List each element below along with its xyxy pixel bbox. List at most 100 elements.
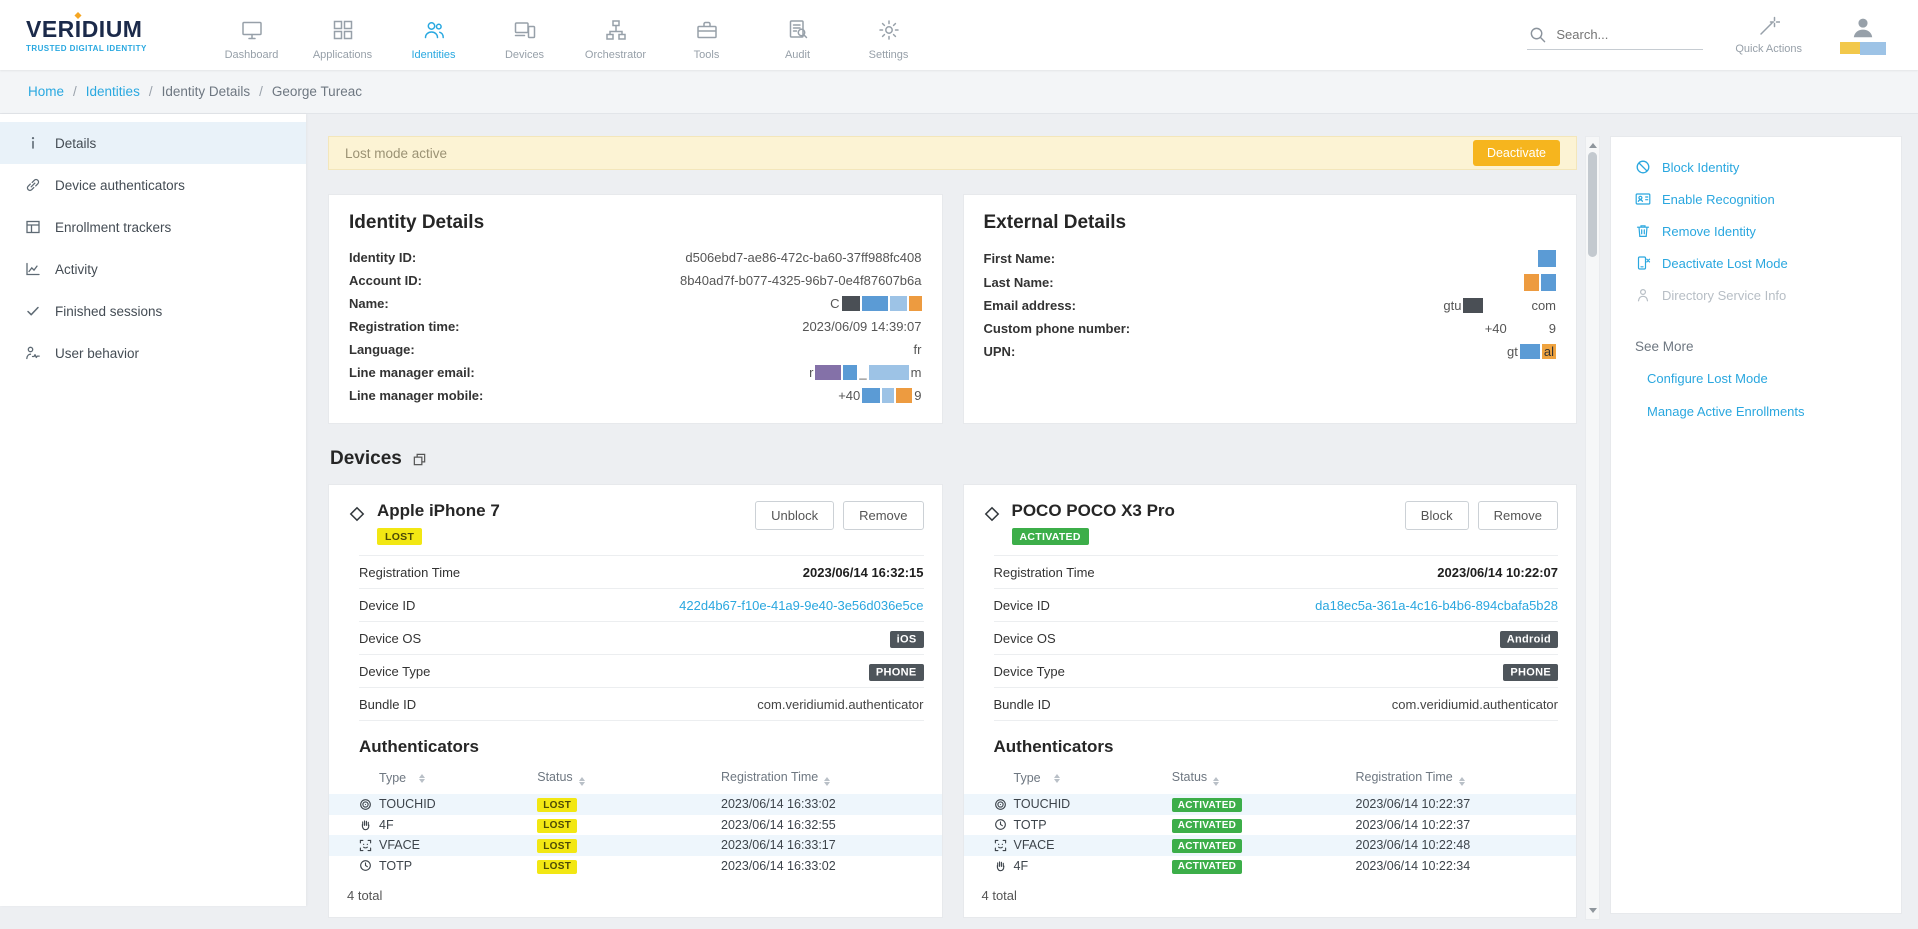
breadcrumb-home[interactable]: Home — [28, 84, 64, 99]
nav-item-orchestrator[interactable]: Orchestrator — [570, 10, 661, 61]
sidebar-item-activity[interactable]: Activity — [0, 248, 306, 290]
nav-label: Tools — [694, 49, 720, 61]
configure-lost-mode-link[interactable]: Configure Lost Mode — [1611, 362, 1901, 395]
sort-icon — [1054, 774, 1060, 783]
deactivate-lost-mode-action[interactable]: Deactivate Lost Mode — [1611, 247, 1901, 279]
sort-icon — [1213, 777, 1219, 786]
sidebar-item-user-behavior[interactable]: User behavior — [0, 332, 306, 374]
nav-label: Orchestrator — [585, 49, 646, 61]
sidebar-item-enrollment-trackers[interactable]: Enrollment trackers — [0, 206, 306, 248]
search-box — [1527, 20, 1703, 50]
field-label: UPN: — [984, 344, 1016, 359]
field-row: Account ID: 8b40ad7f-b077-4325-96b7-0e4f… — [329, 269, 942, 292]
sidebar-item-label: Activity — [55, 262, 98, 277]
column-header-type[interactable]: Type — [964, 771, 1172, 785]
veridium-logo[interactable]: VERIDIUM TRUSTED DIGITAL IDENTITY — [26, 17, 194, 52]
logo-tagline: TRUSTED DIGITAL IDENTITY — [26, 44, 194, 53]
identities-icon — [422, 18, 446, 42]
device-field: Bundle ID com.veridiumid.authenticator — [994, 688, 1559, 721]
topnav-right: Quick Actions — [1527, 15, 1892, 55]
bundle-id-value: com.veridiumid.authenticator — [757, 697, 923, 712]
manage-active-enrollments-link[interactable]: Manage Active Enrollments — [1611, 395, 1901, 428]
vertical-scrollbar[interactable] — [1585, 136, 1600, 920]
field-row: Line manager mobile: +40 9 — [329, 384, 942, 407]
field-label: Device ID — [359, 598, 415, 613]
field-label: Last Name: — [984, 275, 1054, 290]
link-icon — [24, 177, 42, 193]
authenticator-row: 4F ACTIVATED 2023/06/14 10:22:34 — [964, 856, 1577, 877]
authenticators-title: Authenticators — [359, 737, 924, 757]
column-header-time[interactable]: Registration Time — [721, 770, 942, 786]
breadcrumb-identities[interactable]: Identities — [86, 84, 140, 99]
device-id-link[interactable]: da18ec5a-361a-4c16-b4b6-894cbafa5b28 — [1315, 598, 1558, 613]
nav-item-dashboard[interactable]: Dashboard — [206, 10, 297, 61]
action-label: Remove Identity — [1662, 224, 1756, 239]
breadcrumb-separator: / — [259, 84, 263, 99]
tools-icon — [695, 18, 719, 42]
field-label: Identity ID: — [349, 250, 416, 265]
device-field: Bundle ID com.veridiumid.authenticator — [359, 688, 924, 721]
device-card-poco: POCO POCO X3 Pro ACTIVATED Block Remove … — [963, 484, 1578, 918]
clock-icon — [994, 818, 1007, 831]
identity-details-card: Identity Details Identity ID: d506ebd7-a… — [328, 194, 943, 424]
unblock-button[interactable]: Unblock — [755, 501, 834, 530]
clock-icon — [359, 859, 372, 872]
authenticator-row: TOTP ACTIVATED 2023/06/14 10:22:37 — [964, 815, 1577, 836]
nav-item-settings[interactable]: Settings — [843, 10, 934, 61]
hand-icon — [359, 818, 372, 831]
lost-mode-banner-text: Lost mode active — [345, 146, 447, 161]
scroll-up-arrow[interactable] — [1589, 143, 1597, 148]
field-label: Account ID: — [349, 273, 422, 288]
scrollbar-thumb[interactable] — [1588, 152, 1597, 257]
redaction-block — [815, 365, 841, 380]
search-input[interactable] — [1556, 27, 1688, 42]
column-header-time[interactable]: Registration Time — [1356, 770, 1577, 786]
nav-item-tools[interactable]: Tools — [661, 10, 752, 61]
nav-label: Identities — [411, 49, 455, 61]
user-avatar[interactable] — [1834, 15, 1892, 55]
device-id-link[interactable]: 422d4b67-f10e-41a9-9e40-3e56d036e5ce — [679, 598, 923, 613]
quick-actions-button[interactable]: Quick Actions — [1735, 15, 1802, 55]
info-icon — [24, 135, 42, 151]
main-nav: Dashboard Applications Identities Device… — [206, 10, 934, 61]
nav-item-devices[interactable]: Devices — [479, 10, 570, 61]
device-field: Device OS iOS — [359, 622, 924, 655]
column-header-type[interactable]: Type — [329, 771, 537, 785]
field-label: Custom phone number: — [984, 321, 1131, 336]
status-badge: LOST — [537, 839, 577, 853]
sidebar-item-device-authenticators[interactable]: Device authenticators — [0, 164, 306, 206]
remove-device-button[interactable]: Remove — [1478, 501, 1558, 530]
redaction-block — [843, 365, 857, 380]
expand-devices-icon[interactable] — [412, 452, 427, 467]
status-badge: LOST — [537, 798, 577, 812]
enable-recognition-action[interactable]: Enable Recognition — [1611, 183, 1901, 215]
row-time: 2023/06/14 16:32:55 — [721, 818, 942, 832]
redaction-block — [1520, 344, 1540, 359]
deactivate-lost-mode-button[interactable]: Deactivate — [1473, 140, 1560, 166]
quick-actions-label: Quick Actions — [1735, 43, 1802, 55]
action-label: Block Identity — [1662, 160, 1739, 175]
id-card-icon — [1635, 191, 1651, 207]
device-name: Apple iPhone 7 — [377, 501, 500, 521]
remove-device-button[interactable]: Remove — [843, 501, 923, 530]
remove-identity-action[interactable]: Remove Identity — [1611, 215, 1901, 247]
block-identity-action[interactable]: Block Identity — [1611, 151, 1901, 183]
card-title: External Details — [964, 195, 1577, 246]
nav-label: Settings — [869, 49, 909, 61]
sidebar-item-label: User behavior — [55, 346, 139, 361]
sidebar-item-finished-sessions[interactable]: Finished sessions — [0, 290, 306, 332]
scroll-down-arrow[interactable] — [1589, 908, 1597, 913]
nav-item-audit[interactable]: Audit — [752, 10, 843, 61]
line-manager-email-value: r _ m — [809, 365, 921, 380]
quick-actions-icon — [1758, 15, 1780, 37]
sidebar-item-details[interactable]: Details — [0, 122, 306, 164]
nav-item-applications[interactable]: Applications — [297, 10, 388, 61]
phone-off-icon — [1635, 255, 1651, 271]
block-button[interactable]: Block — [1405, 501, 1469, 530]
field-row: Line manager email: r _ m — [329, 361, 942, 384]
nav-item-identities[interactable]: Identities — [388, 10, 479, 61]
authenticator-row: TOTP LOST 2023/06/14 16:33:02 — [329, 856, 942, 877]
column-header-status[interactable]: Status — [537, 770, 721, 786]
column-header-status[interactable]: Status — [1172, 770, 1356, 786]
devices-section-title: Devices — [330, 448, 402, 470]
